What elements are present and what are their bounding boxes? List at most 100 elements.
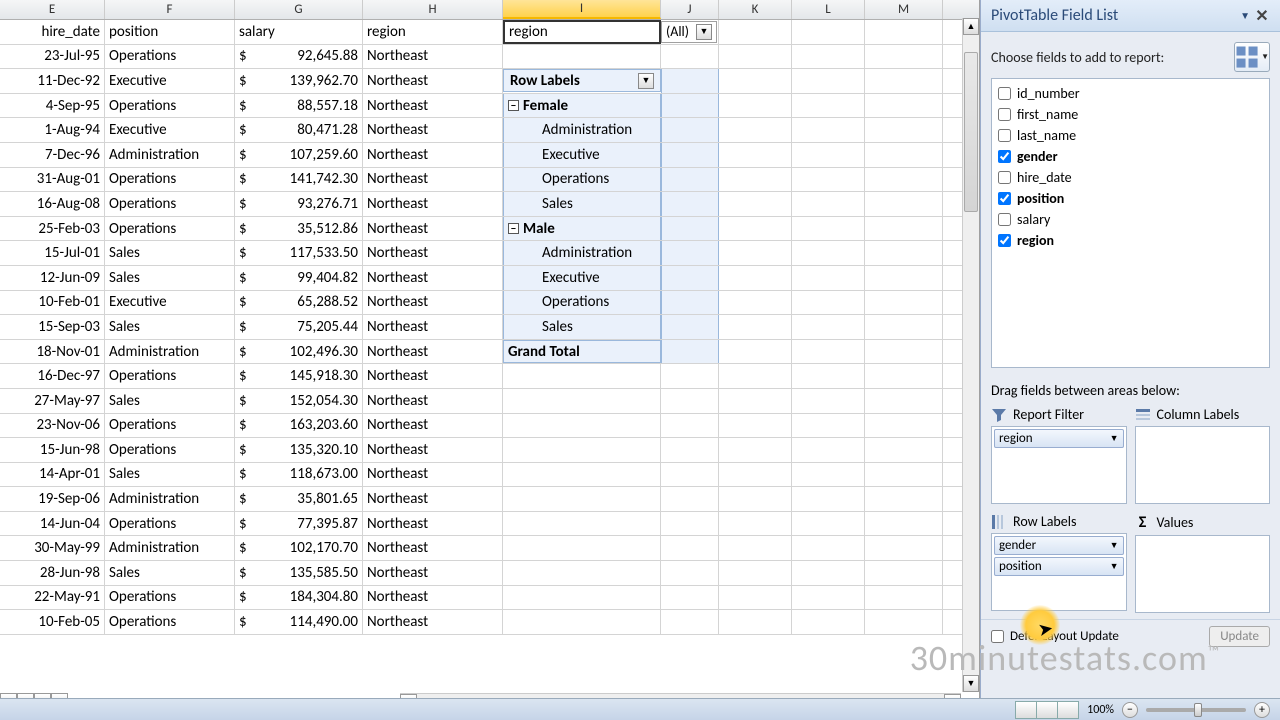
cell[interactable] [661,69,719,93]
cell[interactable] [792,463,865,487]
cell[interactable]: Northeast [363,586,503,610]
cell[interactable]: Northeast [363,168,503,192]
pivot-item-row[interactable]: Administration [503,118,661,142]
column-header-L[interactable]: L [792,0,865,19]
field-hire_date[interactable]: hire_date [998,167,1263,188]
cell[interactable] [661,340,719,364]
data-row[interactable]: 10-Feb-01Executive$65,288.52NortheastOpe… [0,291,979,316]
cell[interactable] [661,168,719,192]
cell[interactable]: 28-Jun-98 [0,561,105,585]
field-checkbox[interactable] [998,234,1011,247]
cell[interactable]: 12-Jun-09 [0,266,105,290]
cell[interactable] [661,266,719,290]
cell[interactable]: Sales [105,561,235,585]
cell[interactable]: Administration [105,143,235,167]
cell[interactable]: Northeast [363,266,503,290]
cell[interactable] [719,266,792,290]
cell[interactable]: Northeast [363,414,503,438]
cell[interactable]: Northeast [363,340,503,364]
zoom-handle[interactable] [1194,703,1202,717]
header-row[interactable]: hire_datepositionsalaryregionregion(All)… [0,20,979,45]
cell[interactable] [865,389,943,413]
cell[interactable] [719,168,792,192]
cell[interactable]: 18-Nov-01 [0,340,105,364]
cell[interactable] [865,340,943,364]
cell[interactable]: $145,918.30 [235,364,363,388]
cell[interactable] [792,389,865,413]
scroll-thumb[interactable] [964,52,978,212]
cell[interactable] [792,143,865,167]
cell[interactable]: 23-Jul-95 [0,45,105,69]
cell[interactable]: Northeast [363,217,503,241]
column-header-E[interactable]: E [0,0,105,19]
cell[interactable]: Sales [105,315,235,339]
cell[interactable] [865,512,943,536]
cell[interactable]: Northeast [363,315,503,339]
cell[interactable] [792,438,865,462]
cell[interactable]: $118,673.00 [235,463,363,487]
cell[interactable] [792,217,865,241]
cell[interactable] [503,438,661,462]
cell[interactable] [661,45,719,69]
cell[interactable]: Northeast [363,45,503,69]
pivot-item-row[interactable]: Operations [503,168,661,192]
cell[interactable] [661,364,719,388]
cell[interactable] [792,586,865,610]
cell[interactable]: Administration [105,340,235,364]
row-labels-area[interactable]: gender▼position▼ [991,533,1127,611]
cell[interactable]: position [105,20,235,44]
values-area[interactable] [1135,535,1271,613]
data-row[interactable]: 25-Feb-03Operations$35,512.86Northeast−M… [0,217,979,242]
data-row[interactable]: 18-Nov-01Administration$102,496.30Northe… [0,340,979,365]
cell[interactable] [865,487,943,511]
cell[interactable]: Operations [105,438,235,462]
cell[interactable] [792,45,865,69]
cell[interactable]: $93,276.71 [235,192,363,216]
cell[interactable] [719,438,792,462]
cell[interactable]: hire_date [0,20,105,44]
cell[interactable]: Sales [105,463,235,487]
pivot-item-row[interactable]: Executive [503,266,661,290]
cell[interactable]: $107,259.60 [235,143,363,167]
cell[interactable] [792,69,865,93]
cell[interactable] [719,217,792,241]
cell[interactable]: Operations [105,610,235,634]
cell[interactable] [719,315,792,339]
normal-view-icon[interactable] [1015,701,1037,719]
cell[interactable] [661,94,719,118]
cell[interactable]: Northeast [363,463,503,487]
field-checkbox[interactable] [998,150,1011,163]
cell[interactable] [792,291,865,315]
cell[interactable] [719,143,792,167]
cell[interactable] [661,192,719,216]
cell[interactable]: 31-Aug-01 [0,168,105,192]
cell[interactable] [865,168,943,192]
cell[interactable] [792,266,865,290]
pane-menu-caret-icon[interactable]: ▼ [1240,9,1250,22]
cell[interactable]: Operations [105,512,235,536]
cell[interactable] [792,118,865,142]
cell[interactable]: 30-May-99 [0,536,105,560]
cell[interactable] [719,94,792,118]
cell[interactable] [503,463,661,487]
data-row[interactable]: 1-Aug-94Executive$80,471.28NortheastAdmi… [0,118,979,143]
cell[interactable] [661,586,719,610]
cell[interactable]: $135,585.50 [235,561,363,585]
cell[interactable] [865,561,943,585]
cell[interactable] [661,389,719,413]
cell[interactable] [792,94,865,118]
cell[interactable] [865,192,943,216]
collapse-icon[interactable]: − [508,223,519,234]
cell[interactable]: Sales [105,241,235,265]
cell[interactable]: Operations [105,217,235,241]
cell[interactable]: Operations [105,168,235,192]
scroll-down-arrow-icon[interactable]: ▼ [963,675,979,692]
cell[interactable] [503,561,661,585]
data-row[interactable]: 22-May-91Operations$184,304.80Northeast [0,586,979,611]
cell[interactable]: Executive [105,118,235,142]
cell[interactable] [503,389,661,413]
cell[interactable] [719,414,792,438]
cell[interactable] [661,315,719,339]
field-checkbox[interactable] [998,192,1011,205]
field-checkbox[interactable] [998,108,1011,121]
